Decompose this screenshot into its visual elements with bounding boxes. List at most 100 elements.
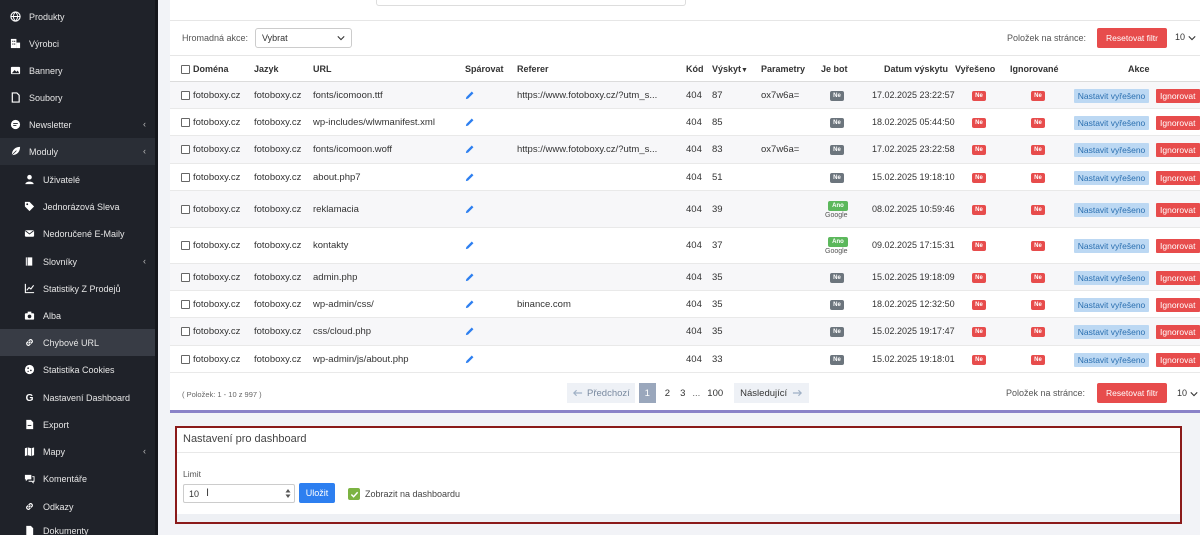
col-ignored[interactable]: Ignorované	[1010, 56, 1059, 83]
sidebar-item-komentáře[interactable]: Komentáře	[0, 465, 158, 492]
row-checkbox[interactable]	[181, 300, 190, 309]
pencil-icon[interactable]	[464, 272, 475, 283]
pencil-icon[interactable]	[464, 204, 475, 215]
pencil-icon[interactable]	[464, 299, 475, 310]
save-button[interactable]: Uložit	[299, 483, 335, 503]
perpage-select[interactable]: 10	[1175, 32, 1196, 42]
set-resolved-button[interactable]: Nastavit vyřešeno	[1074, 353, 1149, 367]
sidebar-item-uživatelé[interactable]: Uživatelé	[0, 166, 158, 193]
pencil-icon[interactable]	[464, 117, 475, 128]
sidebar-item-výrobci[interactable]: Výrobci	[0, 30, 158, 57]
ignore-button[interactable]: Ignorovat	[1156, 116, 1200, 130]
sidebar-item-jednorázová-sleva[interactable]: Jednorázová Sleva	[0, 193, 158, 220]
sidebar-item-bannery[interactable]: Bannery	[0, 57, 158, 84]
set-resolved-button[interactable]: Nastavit vyřešeno	[1074, 171, 1149, 185]
sidebar-item-alba[interactable]: Alba	[0, 302, 158, 329]
row-url[interactable]: wp-includes/wlwmanifest.xml	[313, 117, 463, 128]
col-date[interactable]: Datum výskytu	[884, 56, 948, 83]
ignore-button[interactable]: Ignorovat	[1156, 171, 1200, 185]
prev-page-button[interactable]: Předchozí	[567, 383, 635, 403]
bulk-action-select[interactable]: Vybrat	[255, 28, 352, 48]
sidebar-item-newsletter[interactable]: Newsletter ‹	[0, 111, 158, 138]
sidebar-item-mapy[interactable]: Mapy ‹	[0, 438, 158, 465]
sidebar-item-moduly[interactable]: Moduly ‹	[0, 138, 158, 165]
footer-reset-filter-button[interactable]: Resetovat filtr	[1097, 383, 1167, 403]
sidebar-item-produkty[interactable]: Produkty	[0, 3, 158, 30]
select-all-checkbox[interactable]	[181, 65, 190, 74]
row-checkbox[interactable]	[181, 273, 190, 282]
reset-filter-button[interactable]: Resetovat filtr	[1097, 28, 1167, 48]
row-url[interactable]: fonts/icomoon.ttf	[313, 90, 463, 101]
ignore-button[interactable]: Ignorovat	[1156, 271, 1200, 285]
ignore-button[interactable]: Ignorovat	[1156, 298, 1200, 312]
set-resolved-button[interactable]: Nastavit vyřešeno	[1074, 203, 1149, 217]
col-resolved[interactable]: Vyřešeno	[955, 56, 995, 83]
row-url[interactable]: reklamacia	[313, 204, 463, 215]
row-url[interactable]: kontakty	[313, 240, 463, 251]
ignore-button[interactable]: Ignorovat	[1156, 239, 1200, 253]
set-resolved-button[interactable]: Nastavit vyřešeno	[1074, 325, 1149, 339]
set-resolved-button[interactable]: Nastavit vyřešeno	[1074, 298, 1149, 312]
row-checkbox[interactable]	[181, 91, 190, 100]
row-url[interactable]: css/cloud.php	[313, 326, 463, 337]
row-checkbox[interactable]	[181, 173, 190, 182]
col-code[interactable]: Kód	[686, 56, 704, 83]
sidebar-item-chybové-url[interactable]: Chybové URL	[0, 329, 158, 356]
page-1-button[interactable]: 1	[638, 383, 656, 403]
pencil-icon[interactable]	[464, 172, 475, 183]
set-resolved-button[interactable]: Nastavit vyřešeno	[1074, 116, 1149, 130]
sidebar-item-odkazy[interactable]: Odkazy	[0, 493, 158, 520]
col-params[interactable]: Parametry	[761, 56, 805, 83]
row-url[interactable]: admin.php	[313, 272, 463, 283]
pencil-icon[interactable]	[464, 354, 475, 365]
next-page-button[interactable]: Následující	[734, 383, 810, 403]
set-resolved-button[interactable]: Nastavit vyřešeno	[1074, 271, 1149, 285]
show-on-dashboard-checkbox[interactable]	[348, 488, 360, 500]
row-checkbox[interactable]	[181, 145, 190, 154]
ignore-button[interactable]: Ignorovat	[1156, 203, 1200, 217]
limit-input[interactable]: 10 I	[183, 484, 295, 503]
filter-input[interactable]	[376, 0, 686, 6]
row-url[interactable]: fonts/icomoon.woff	[313, 144, 463, 155]
ignore-button[interactable]: Ignorovat	[1156, 325, 1200, 339]
prev-page-label: Předchozí	[587, 387, 630, 399]
col-lang[interactable]: Jazyk	[254, 56, 279, 83]
sidebar-item-nastavení-dashboard[interactable]: G Nastavení Dashboard	[0, 384, 158, 411]
col-url[interactable]: URL	[313, 56, 332, 83]
col-domain[interactable]: Doména	[193, 56, 229, 83]
row-checkbox[interactable]	[181, 118, 190, 127]
ignore-button[interactable]: Ignorovat	[1156, 353, 1200, 367]
row-url[interactable]: wp-admin/js/about.php	[313, 354, 463, 365]
sidebar-item-slovníky[interactable]: Slovníky ‹	[0, 248, 158, 275]
globe-icon	[9, 11, 21, 22]
footer-perpage-select[interactable]: 10	[1177, 388, 1198, 398]
set-resolved-button[interactable]: Nastavit vyřešeno	[1074, 239, 1149, 253]
pencil-icon[interactable]	[464, 90, 475, 101]
page-last-button[interactable]: 100	[702, 383, 728, 403]
row-checkbox[interactable]	[181, 205, 190, 214]
ignore-button[interactable]: Ignorovat	[1156, 89, 1200, 103]
pencil-icon[interactable]	[464, 144, 475, 155]
row-checkbox[interactable]	[181, 241, 190, 250]
page-2-button[interactable]: 2	[660, 383, 675, 403]
ignore-button[interactable]: Ignorovat	[1156, 143, 1200, 157]
stepper-icon[interactable]	[285, 488, 291, 499]
row-checkbox[interactable]	[181, 355, 190, 364]
sidebar-item-nedoručené-e-maily[interactable]: Nedoručené E-Maily	[0, 220, 158, 247]
sidebar-item-statistika-cookies[interactable]: Statistika Cookies	[0, 356, 158, 383]
col-bot[interactable]: Je bot	[821, 56, 848, 83]
col-referer[interactable]: Referer	[517, 56, 549, 83]
set-resolved-button[interactable]: Nastavit vyřešeno	[1074, 143, 1149, 157]
row-url[interactable]: wp-admin/css/	[313, 299, 463, 310]
pencil-icon[interactable]	[464, 240, 475, 251]
sidebar-item-export[interactable]: Export	[0, 411, 158, 438]
row-url[interactable]: about.php7	[313, 172, 463, 183]
row-checkbox[interactable]	[181, 327, 190, 336]
set-resolved-button[interactable]: Nastavit vyřešeno	[1074, 89, 1149, 103]
sidebar-item-statistiky-z-prodejů[interactable]: Statistiky Z Prodejů	[0, 275, 158, 302]
col-hits[interactable]: Výskyt▼	[712, 56, 748, 83]
pencil-icon[interactable]	[464, 326, 475, 337]
page-3-button[interactable]: 3	[675, 383, 690, 403]
sidebar-item-dokumenty[interactable]: Dokumenty	[0, 517, 158, 535]
sidebar-item-soubory[interactable]: Soubory	[0, 84, 158, 111]
